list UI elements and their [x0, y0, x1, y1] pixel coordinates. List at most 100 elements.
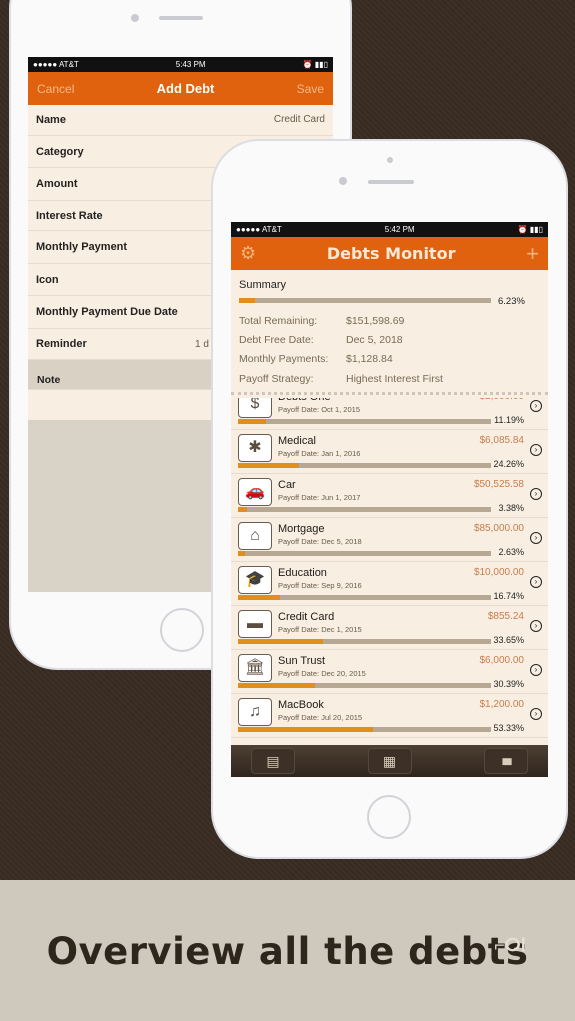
- gear-icon[interactable]: ⚙: [240, 243, 256, 264]
- summary-label: Monthly Payments:: [239, 353, 329, 365]
- debt-percent: 2.63%: [498, 547, 524, 557]
- debt-amount: $10,000.00: [473, 567, 524, 578]
- chevron-right-icon[interactable]: ›: [530, 532, 542, 544]
- debts-monitor-screen: ●●●●● AT&T 5:42 PM ⏰ ▮▮▯ ⚙ Debts Monitor +…: [231, 222, 548, 777]
- summary-label: Payoff Strategy:: [239, 373, 314, 385]
- payoff-date: Payoff Date: Sep 9, 2016: [278, 581, 362, 590]
- list-icon[interactable]: ▤: [251, 748, 295, 774]
- field-label: Amount: [36, 178, 78, 190]
- debt-category-icon: ⌂: [238, 522, 272, 550]
- debt-row[interactable]: ♫ MacBook Payoff Date: Jul 20, 2015 $1,2…: [231, 694, 548, 738]
- carrier: ●●●●● AT&T: [236, 225, 282, 234]
- summary-row: Total Remaining: $151,598.69: [239, 315, 404, 327]
- summary-value: Highest Interest First: [346, 373, 443, 385]
- payoff-date: Payoff Date: Oct 1, 2015: [278, 405, 360, 414]
- debt-amount: $855.24: [487, 611, 524, 622]
- summary-label: Debt Free Date:: [239, 334, 314, 346]
- debt-row[interactable]: ▬ Credit Card Payoff Date: Dec 1, 2015 $…: [231, 606, 548, 650]
- debt-row[interactable]: 🏛 Sun Trust Payoff Date: Dec 20, 2015 $6…: [231, 650, 548, 694]
- field-label: Monthly Payment: [36, 241, 128, 253]
- debt-amount: $85,000.00: [473, 523, 524, 534]
- debt-percent: 53.33%: [493, 723, 524, 733]
- calculator-icon[interactable]: ▦: [367, 748, 412, 774]
- summary-value: $151,598.69: [346, 315, 405, 327]
- chevron-right-icon[interactable]: ›: [530, 488, 542, 500]
- summary-title: Summary: [239, 279, 287, 291]
- home-button[interactable]: [367, 795, 411, 839]
- plus-icon[interactable]: +: [526, 241, 539, 267]
- field-label: Interest Rate: [36, 209, 103, 222]
- chevron-right-icon[interactable]: ›: [530, 664, 542, 676]
- debt-category-icon: ✱: [238, 434, 272, 462]
- debt-category-icon: ♫: [238, 698, 272, 726]
- nav-bar: Cancel Add Debt Save: [28, 72, 333, 105]
- debt-name: Medical: [278, 435, 316, 447]
- debt-row[interactable]: 🚗 Car Payoff Date: Jun 1, 2017 $50,525.5…: [231, 474, 548, 518]
- chevron-right-icon[interactable]: ›: [530, 708, 542, 720]
- debt-name: Sun Trust: [278, 655, 326, 667]
- speaker: [368, 180, 414, 184]
- debt-progress: [238, 683, 491, 688]
- note-label: Note: [37, 373, 61, 386]
- save-button[interactable]: Save: [297, 82, 324, 96]
- debt-row[interactable]: ⌂ Mortgage Payoff Date: Dec 5, 2018 $85,…: [231, 518, 548, 562]
- debt-category-icon: 🎓: [238, 566, 272, 594]
- summary-value: $1,128.84: [346, 353, 393, 365]
- field-label: Monthly Payment Due Date: [36, 306, 178, 318]
- summary-percent: 6.23%: [498, 296, 525, 307]
- debt-row[interactable]: ✱ Medical Payoff Date: Jan 1, 2016 $6,08…: [231, 430, 548, 474]
- summary-row: Monthly Payments: $1,128.84: [239, 353, 393, 365]
- summary-panel: Summary 6.23% Total Remaining: $151,598.6…: [231, 270, 548, 395]
- bar-chart-icon[interactable]: ▮▮▮: [484, 748, 528, 774]
- debt-amount: $1,200.00: [479, 699, 525, 710]
- summary-row: Payoff Strategy: Highest Interest First: [239, 373, 443, 385]
- page-title: Debts Monitor: [326, 244, 456, 263]
- carrier: ●●●●● AT&T: [33, 60, 79, 69]
- debt-row[interactable]: 🎓 Education Payoff Date: Sep 9, 2016 $10…: [231, 562, 548, 606]
- debt-progress: [238, 595, 491, 600]
- debt-row[interactable]: $ Debts One Payoff Date: Oct 1, 2015 $2,…: [231, 398, 548, 430]
- tab-bar: ▤ ▦ ▮▮▮: [231, 745, 548, 777]
- debt-amount: $6,000.00: [479, 655, 525, 666]
- page-title: Add Debt: [156, 81, 215, 96]
- debt-name: Mortgage: [278, 523, 325, 535]
- clock: 5:42 PM: [384, 225, 415, 234]
- debt-progress: [238, 639, 491, 644]
- chevron-right-icon[interactable]: ›: [530, 444, 542, 456]
- debt-progress: [238, 551, 491, 556]
- debt-category-icon: 🏛: [238, 654, 272, 682]
- battery-icon: ⏰ ▮▮▯: [517, 225, 543, 234]
- debt-name: Debts One: [278, 398, 331, 403]
- debt-progress: [238, 419, 491, 424]
- home-button[interactable]: [160, 608, 204, 652]
- debt-percent: 3.38%: [498, 503, 524, 513]
- field-value[interactable]: Credit Card: [274, 114, 325, 125]
- field-value: 1 d: [195, 338, 209, 350]
- nav-bar: ⚙ Debts Monitor +: [231, 237, 548, 270]
- summary-progress: [239, 298, 491, 303]
- chevron-right-icon[interactable]: ›: [530, 576, 542, 588]
- payoff-date: Payoff Date: Dec 20, 2015: [278, 669, 366, 678]
- debt-percent: 24.26%: [493, 459, 524, 469]
- cancel-button[interactable]: Cancel: [37, 82, 74, 96]
- debt-percent: 11.19%: [494, 415, 524, 425]
- field-label: Reminder: [36, 338, 87, 350]
- debt-percent: 33.65%: [493, 635, 524, 645]
- status-bar: ●●●●● AT&T 5:43 PM ⏰ ▮▮▯: [28, 57, 333, 72]
- debt-percent: 16.74%: [493, 591, 524, 601]
- payoff-date: Payoff Date: Jan 1, 2016: [278, 449, 361, 458]
- battery-icon: ⏰ ▮▮▯: [302, 60, 328, 69]
- camera: [339, 177, 347, 185]
- chevron-right-icon[interactable]: ›: [530, 400, 542, 412]
- field-label: Category: [36, 145, 84, 158]
- clock: 5:43 PM: [175, 60, 206, 69]
- chevron-right-icon[interactable]: ›: [530, 620, 542, 632]
- payoff-date: Payoff Date: Dec 1, 2015: [278, 625, 362, 634]
- field-name[interactable]: Name Credit Card: [28, 104, 333, 136]
- debt-percent: 30.39%: [493, 679, 524, 689]
- summary-label: Total Remaining:: [239, 315, 318, 327]
- status-bar: ●●●●● AT&T 5:42 PM ⏰ ▮▮▯: [231, 222, 548, 237]
- summary-value: Dec 5, 2018: [346, 334, 403, 346]
- debt-name: Credit Card: [278, 611, 335, 623]
- debt-category-icon: 🚗: [238, 478, 272, 506]
